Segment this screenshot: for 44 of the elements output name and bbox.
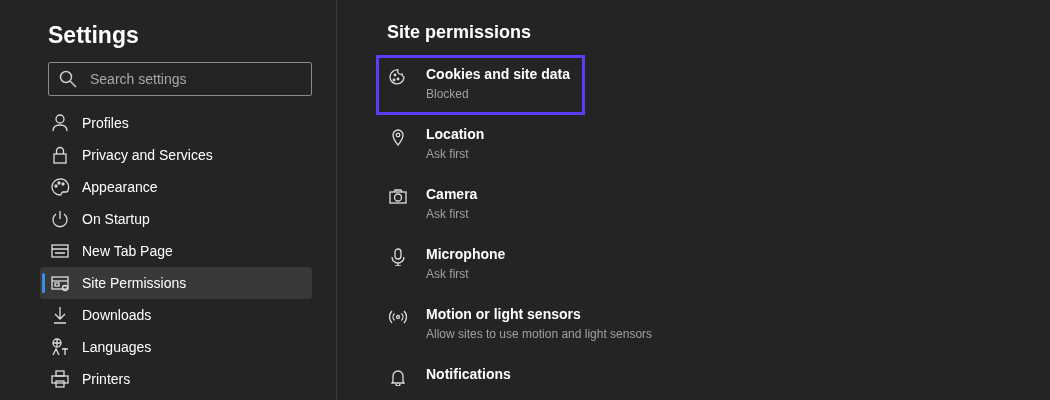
highlighted-permission-item[interactable]: Cookies and site data Blocked: [376, 55, 585, 115]
microphone-icon: [389, 248, 407, 266]
language-icon: [50, 337, 70, 357]
permission-name: Cookies and site data: [426, 65, 570, 84]
cookie-icon: [389, 68, 407, 86]
sidebar-item[interactable]: Languages: [40, 331, 312, 363]
lock-icon: [50, 145, 70, 165]
bell-icon: [389, 368, 407, 386]
search-icon: [59, 70, 77, 88]
settings-title: Settings: [48, 21, 140, 50]
sensor-icon: [389, 308, 407, 326]
permission-item[interactable]: Camera Ask first: [376, 175, 574, 235]
permission-item[interactable]: Motion or light sensors Allow sites to use motion and light sensors: [376, 295, 668, 355]
person-icon: [50, 113, 70, 133]
permission-name: Notifications: [426, 365, 511, 384]
sidebar-item[interactable]: Privacy and Services: [40, 139, 312, 171]
permission-status: Blocked: [426, 86, 470, 103]
printer-icon: [50, 369, 70, 389]
tab-page-icon: [50, 241, 70, 261]
permission-name: Location: [426, 125, 485, 144]
sidebar-item[interactable]: Site Permissions: [40, 267, 312, 299]
sidebar-item[interactable]: Printers: [40, 363, 312, 395]
permission-item[interactable]: Microphone Ask first: [376, 235, 574, 295]
location-pin-icon: [389, 128, 407, 146]
permission-name: Camera: [426, 185, 478, 204]
sidebar-item[interactable]: Downloads: [40, 299, 312, 331]
permission-name: Microphone: [426, 245, 506, 264]
permission-status: Allow sites to use motion and light sensors: [426, 326, 653, 343]
permission-item[interactable]: Notifications: [376, 355, 574, 400]
permission-status: Ask first: [426, 206, 470, 223]
permission-status: Ask first: [426, 266, 470, 283]
site-settings-icon: [50, 273, 70, 293]
permission-name: Motion or light sensors: [426, 305, 582, 324]
palette-icon: [50, 177, 70, 197]
search-field[interactable]: Search settings: [48, 62, 312, 96]
sidebar-item[interactable]: Appearance: [40, 171, 312, 203]
power-icon: [50, 209, 70, 229]
camera-icon: [389, 188, 407, 206]
sidebar-item[interactable]: New Tab Page: [40, 235, 312, 267]
sidebar-item[interactable]: On Startup: [40, 203, 312, 235]
section-title: Site permissions: [387, 22, 533, 44]
permission-status: Ask first: [426, 146, 470, 163]
sidebar-item[interactable]: Profiles: [40, 107, 312, 139]
permission-item[interactable]: Location Ask first: [376, 115, 574, 175]
